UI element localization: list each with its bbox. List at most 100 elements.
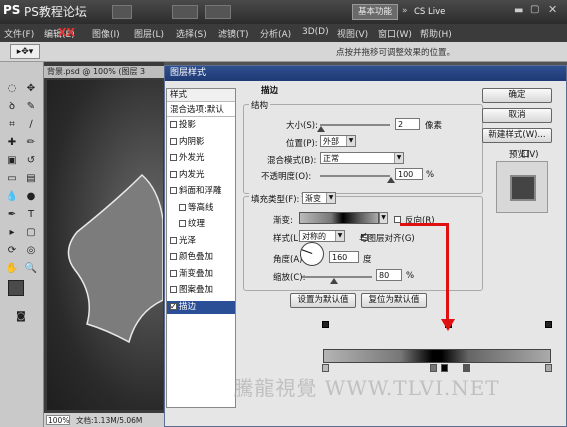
maximize-icon[interactable]: ▢ bbox=[530, 4, 539, 15]
opacity-slider-thumb[interactable] bbox=[387, 177, 395, 183]
style-item-checkbox[interactable] bbox=[170, 154, 177, 161]
style-item[interactable]: 颜色叠加 bbox=[167, 251, 235, 264]
opacity-stop-left[interactable] bbox=[322, 321, 329, 328]
menu-filter[interactable]: 滤镜(T) bbox=[218, 27, 249, 40]
styles-header[interactable]: 样式 bbox=[167, 89, 235, 102]
mini-bridge-icon[interactable] bbox=[112, 5, 132, 19]
style-item[interactable]: 内发光 bbox=[167, 169, 235, 182]
style-item-checkbox[interactable] bbox=[170, 121, 177, 128]
gradient-editor-bar[interactable] bbox=[323, 349, 551, 363]
dodge-tool-icon[interactable]: ● bbox=[22, 190, 40, 204]
style-item[interactable]: 外发光 bbox=[167, 152, 235, 165]
arrange-documents-icon[interactable] bbox=[172, 5, 198, 19]
style-item-checkbox[interactable] bbox=[179, 220, 186, 227]
style-item-checkbox[interactable] bbox=[179, 203, 186, 211]
style-item[interactable]: 渐变叠加 bbox=[167, 268, 235, 281]
hand-tool-icon[interactable]: ✋ bbox=[3, 262, 21, 276]
style-item[interactable]: 图案叠加 bbox=[167, 284, 235, 297]
size-input[interactable]: 2 bbox=[395, 118, 420, 130]
lasso-tool-icon[interactable]: ꝺ bbox=[3, 100, 21, 114]
opacity-slider[interactable] bbox=[320, 175, 390, 177]
gradient-tool-icon[interactable]: ▤ bbox=[22, 172, 40, 186]
scale-input[interactable]: 80 bbox=[376, 269, 402, 281]
3d-orbit-tool-icon[interactable]: ◎ bbox=[22, 244, 40, 258]
zoom-tool-icon[interactable]: 🔍 bbox=[22, 262, 40, 276]
eraser-tool-icon[interactable]: ▭ bbox=[3, 172, 21, 186]
pen-tool-icon[interactable]: ✒ bbox=[3, 208, 21, 222]
document-canvas[interactable] bbox=[47, 80, 163, 410]
foreground-color-swatch[interactable] bbox=[8, 280, 24, 296]
close-icon[interactable]: ✕ bbox=[548, 3, 557, 16]
angle-input[interactable]: 160 bbox=[329, 251, 359, 263]
ok-button[interactable]: 确定 bbox=[482, 88, 552, 103]
style-item[interactable]: 等高线 bbox=[167, 202, 235, 215]
style-item-checkbox[interactable] bbox=[170, 170, 177, 178]
style-item-checkbox[interactable] bbox=[170, 236, 177, 244]
brush-tool-icon[interactable]: ✏ bbox=[22, 136, 40, 150]
reset-default-button[interactable]: 复位为默认值 bbox=[361, 293, 427, 308]
set-default-button[interactable]: 设置为默认值 bbox=[290, 293, 356, 308]
style-item[interactable]: 描边 bbox=[167, 300, 235, 314]
move-tool-icon[interactable]: ✥ bbox=[22, 82, 40, 96]
scale-slider-thumb[interactable] bbox=[330, 278, 338, 284]
reverse-checkbox[interactable] bbox=[394, 216, 401, 223]
opacity-input[interactable]: 100 bbox=[395, 168, 423, 180]
blur-tool-icon[interactable]: 💧 bbox=[3, 190, 21, 204]
fill-type-select[interactable]: 渐变 ▼ bbox=[302, 192, 336, 204]
color-stop-3[interactable] bbox=[441, 364, 448, 372]
style-item-checkbox[interactable] bbox=[170, 137, 177, 145]
marquee-tool-icon[interactable]: ◌ bbox=[3, 82, 21, 96]
color-stop-1[interactable] bbox=[322, 364, 329, 372]
style-item-checkbox[interactable] bbox=[170, 253, 177, 260]
blend-options-item[interactable]: 混合选项:默认 bbox=[167, 104, 235, 117]
style-item-checkbox[interactable] bbox=[170, 187, 177, 194]
menu-select[interactable]: 选择(S) bbox=[176, 27, 207, 40]
healing-tool-icon[interactable]: ✚ bbox=[3, 136, 21, 150]
move-tool-preset-icon[interactable]: ▸✥▾ bbox=[10, 44, 40, 59]
style-item[interactable]: 斜面和浮雕 bbox=[167, 185, 235, 198]
minimize-icon[interactable]: ▬ bbox=[514, 5, 523, 16]
opacity-stop-right[interactable] bbox=[545, 321, 552, 328]
eyedropper-tool-icon[interactable]: ∕ bbox=[22, 118, 40, 132]
screen-mode-icon[interactable] bbox=[205, 5, 231, 19]
size-slider[interactable] bbox=[320, 124, 390, 126]
chevron-down-icon[interactable]: ▼ bbox=[379, 212, 388, 224]
path-select-tool-icon[interactable]: ▸ bbox=[3, 226, 21, 240]
menu-help[interactable]: 帮助(H) bbox=[420, 27, 452, 40]
position-select[interactable]: 外部 ▼ bbox=[320, 135, 356, 147]
menu-analysis[interactable]: 分析(A) bbox=[260, 27, 291, 40]
style-item[interactable]: 光泽 bbox=[167, 235, 235, 248]
menu-file[interactable]: 文件(F) bbox=[4, 27, 34, 40]
shape-tool-icon[interactable]: ▢ bbox=[22, 226, 40, 240]
style-item[interactable]: 投影 bbox=[167, 119, 235, 132]
zoom-field[interactable]: 100% bbox=[46, 415, 70, 425]
clone-stamp-tool-icon[interactable]: ▣ bbox=[3, 154, 21, 168]
color-stop-2[interactable] bbox=[430, 364, 437, 372]
size-slider-thumb[interactable] bbox=[317, 126, 325, 132]
type-tool-icon[interactable]: T bbox=[22, 208, 40, 222]
blend-mode-select[interactable]: 正常 ▼ bbox=[320, 152, 404, 164]
color-stop-4[interactable] bbox=[463, 364, 470, 372]
3d-rotate-tool-icon[interactable]: ⟳ bbox=[3, 244, 21, 258]
menu-window[interactable]: 窗口(W) bbox=[378, 27, 412, 40]
style-item[interactable]: 纹理 bbox=[167, 218, 235, 231]
menu-3d[interactable]: 3D(D) bbox=[302, 27, 329, 37]
crop-tool-icon[interactable]: ⌗ bbox=[3, 118, 21, 132]
style-item-checkbox[interactable] bbox=[170, 269, 177, 277]
gradient-swatch[interactable] bbox=[299, 212, 379, 224]
workspace-button[interactable]: 基本功能 bbox=[352, 4, 398, 20]
menu-layer[interactable]: 图层(L) bbox=[134, 27, 164, 40]
menu-view[interactable]: 视图(V) bbox=[337, 27, 368, 40]
history-brush-tool-icon[interactable]: ↺ bbox=[22, 154, 40, 168]
angle-dial[interactable] bbox=[300, 242, 324, 266]
color-stop-5[interactable] bbox=[545, 364, 552, 372]
style-item-checkbox[interactable] bbox=[170, 286, 177, 293]
style-item[interactable]: 内阴影 bbox=[167, 136, 235, 149]
quick-select-tool-icon[interactable]: ✎ bbox=[22, 100, 40, 114]
quick-mask-icon[interactable]: ◙ bbox=[12, 310, 30, 324]
document-tab[interactable]: 背景.psd @ 100% (图层 3 bbox=[44, 66, 164, 78]
gradient-style-select[interactable]: 对称的 ▼ bbox=[299, 230, 345, 242]
cancel-button[interactable]: 取消 bbox=[482, 108, 552, 123]
new-style-button[interactable]: 新建样式(W)... bbox=[482, 128, 552, 143]
menu-image[interactable]: 图像(I) bbox=[92, 27, 120, 40]
